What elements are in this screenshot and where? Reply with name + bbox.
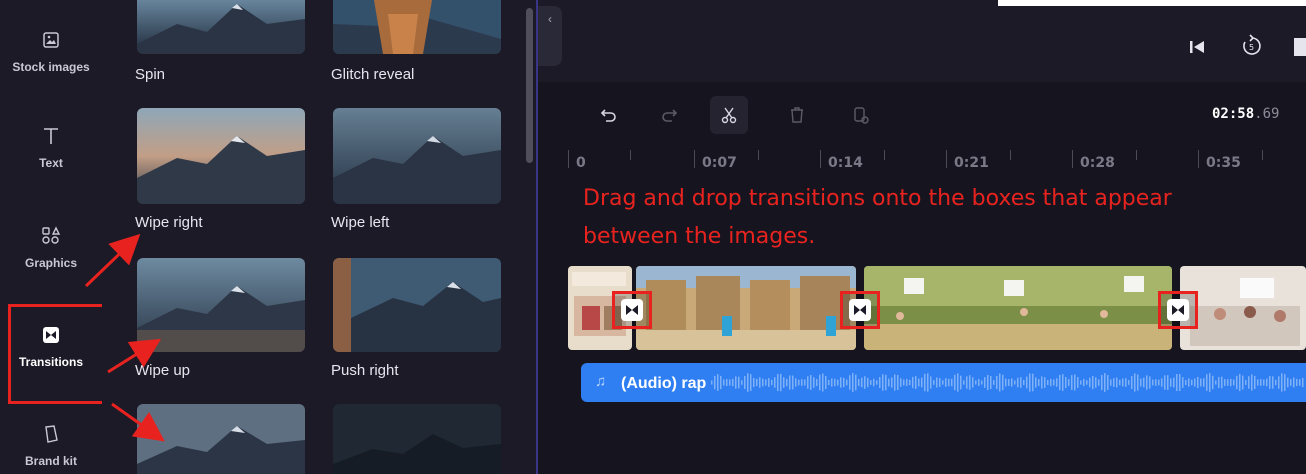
ruler-tick xyxy=(1136,150,1137,160)
transitions-icon xyxy=(621,299,643,321)
transition-drop-box-2[interactable] xyxy=(840,291,880,329)
ruler-label: 0:07 xyxy=(702,155,737,171)
delete-button[interactable] xyxy=(778,96,816,134)
audio-waveform xyxy=(711,373,1304,392)
audio-track[interactable]: ♫ (Audio) rap xyxy=(581,363,1306,402)
ruler-label: 0:21 xyxy=(954,155,989,171)
ruler-tick xyxy=(884,150,885,160)
annotation-line-1: Drag and drop transitions onto the boxes… xyxy=(583,186,1172,211)
scissors-icon xyxy=(721,107,737,124)
transitions-icon xyxy=(849,299,871,321)
skip-back-icon xyxy=(1190,41,1204,53)
redo-button[interactable] xyxy=(650,96,688,134)
video-clip-4[interactable] xyxy=(1180,266,1306,350)
transition-drop-box-1[interactable] xyxy=(612,291,652,329)
rewind-5-icon: 5 xyxy=(1243,34,1261,55)
ruler-label: 0:28 xyxy=(1080,155,1115,171)
ruler-tick xyxy=(1198,150,1199,168)
ruler-tick xyxy=(1262,150,1263,160)
undo-button[interactable] xyxy=(590,96,628,134)
current-time-value: 02:58 xyxy=(1212,106,1255,122)
video-clip-2[interactable] xyxy=(636,266,856,350)
transition-drop-box-3[interactable] xyxy=(1158,291,1198,329)
transitions-icon xyxy=(1167,299,1189,321)
ruler-label: 0:35 xyxy=(1206,155,1241,171)
play-button[interactable] xyxy=(1294,38,1306,56)
collapse-panel-button[interactable]: ‹ xyxy=(538,6,562,66)
split-button[interactable] xyxy=(710,96,748,134)
ruler-tick xyxy=(946,150,947,168)
ruler-tick xyxy=(820,150,821,168)
skip-to-start-button[interactable] xyxy=(1188,38,1206,61)
ruler-label: 0 xyxy=(576,155,586,171)
music-note-icon: ♫ xyxy=(595,373,607,390)
ruler-tick xyxy=(1010,150,1011,160)
ruler-tick xyxy=(568,150,569,168)
ruler-tick xyxy=(630,150,631,160)
ruler-label: 0:14 xyxy=(828,155,863,171)
current-time-ms: .69 xyxy=(1254,106,1280,122)
rewind-5s-button[interactable]: 5 xyxy=(1240,34,1264,63)
video-clip-3[interactable] xyxy=(864,266,1172,350)
svg-text:5: 5 xyxy=(1249,43,1254,52)
ruler-tick xyxy=(694,150,695,168)
annotation-arrows xyxy=(84,233,165,442)
duplicate-icon xyxy=(854,107,869,124)
preview-edge xyxy=(998,0,1306,6)
ruler-tick xyxy=(1072,150,1073,168)
undo-icon xyxy=(600,109,616,122)
chevron-left-icon: ‹ xyxy=(548,12,552,26)
ruler-tick xyxy=(758,150,759,160)
annotation-line-2: between the images. xyxy=(583,224,816,249)
duplicate-button[interactable] xyxy=(842,96,880,134)
current-time: 02:58.69 xyxy=(1212,106,1279,122)
redo-icon xyxy=(662,109,678,122)
audio-track-label: (Audio) rap xyxy=(621,375,707,392)
trash-icon xyxy=(791,107,803,123)
